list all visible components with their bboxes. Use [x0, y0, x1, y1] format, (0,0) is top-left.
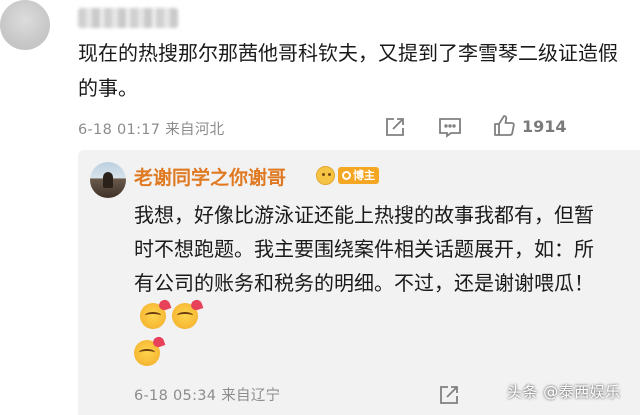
main-comment-meta: 6-18 01:17 来自河北 [78, 118, 224, 139]
main-comment-location: 来自河北 [165, 122, 225, 138]
commenter-avatar[interactable] [0, 0, 50, 50]
reply-text: 我想，好像比游泳证还能上热搜的故事我都有，但暂时不想跑题。我主要围绕案件相关话题… [134, 198, 604, 334]
reply-location: 来自辽宁 [221, 388, 281, 404]
reply-share-button[interactable] [438, 384, 460, 410]
emoji-icon [134, 340, 160, 366]
blogger-badge-label: 博主 [353, 169, 375, 182]
comment-icon [439, 118, 461, 138]
reply-badges: 博主 [316, 166, 379, 185]
watermark: 头条 @泰西娱乐 [507, 383, 621, 401]
share-icon [386, 118, 404, 136]
fan-badge-icon [316, 166, 335, 185]
reply-username[interactable]: 老谢同学之你谢哥 [134, 163, 286, 190]
reply-emoji-line [134, 340, 160, 366]
reply-text-content: 我想，好像比游泳证还能上热搜的故事我都有，但暂时不想跑题。我主要围绕案件相关话题… [134, 203, 594, 295]
emoji-icon [172, 303, 198, 329]
main-comment-text: 现在的热搜那尔那茜他哥科钦夫，又提到了李雪琴二级证造假的事。 [78, 41, 618, 100]
like-button[interactable]: 1914 [492, 114, 567, 138]
thumbs-up-icon [494, 115, 515, 136]
reply-avatar[interactable] [90, 162, 126, 198]
commenter-name-blurred[interactable] [78, 8, 178, 28]
share-button[interactable] [384, 116, 406, 138]
reply-timestamp: 6-18 05:34 [134, 388, 217, 404]
blogger-badge: 博主 [338, 167, 379, 184]
share-icon [440, 386, 458, 404]
like-count: 1914 [522, 116, 567, 136]
comment-button[interactable] [438, 116, 462, 138]
blogger-badge-icon [342, 171, 351, 180]
reply-meta: 6-18 05:34 来自辽宁 [134, 384, 280, 405]
main-comment-timestamp: 6-18 01:17 [78, 122, 161, 138]
emoji-icon [140, 303, 166, 329]
